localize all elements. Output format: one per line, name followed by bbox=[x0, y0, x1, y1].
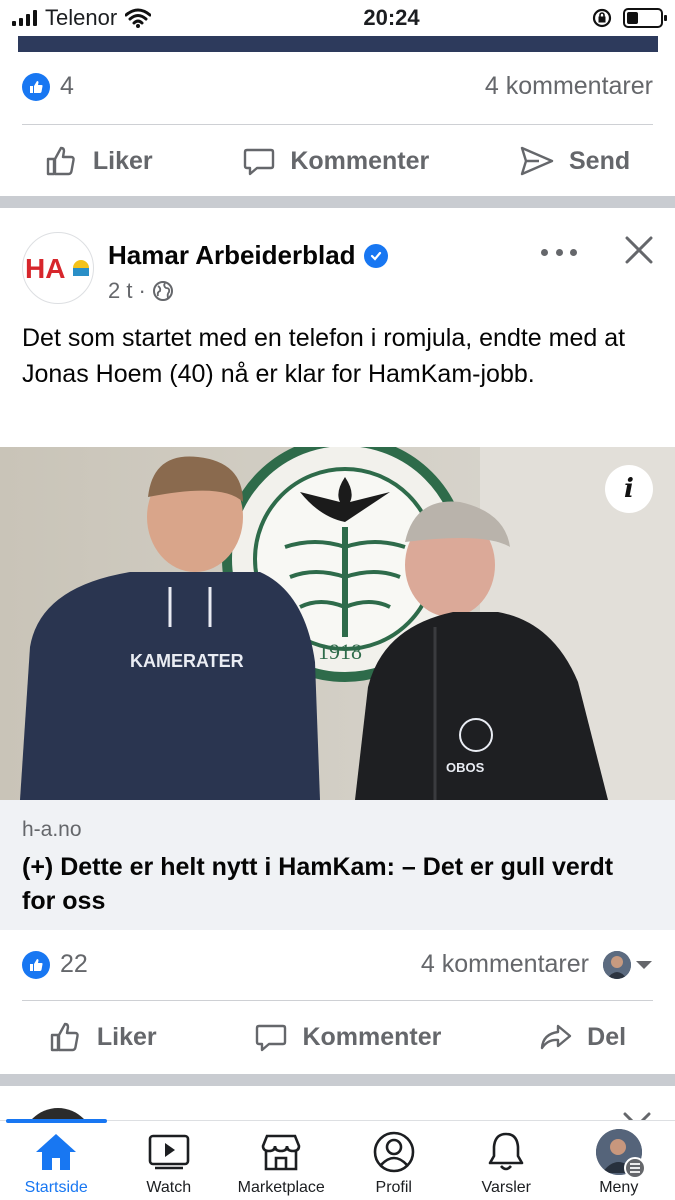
page-name-text: Hamar Arbeiderblad bbox=[108, 240, 356, 270]
profile-icon bbox=[371, 1129, 417, 1175]
post-photo: 1918 KAMERATER OBOS bbox=[0, 447, 675, 800]
previous-like-button[interactable]: Liker bbox=[45, 144, 153, 178]
post-meta: 2 t · bbox=[108, 278, 174, 304]
nav-label: Startside bbox=[24, 1179, 88, 1196]
signal-icon bbox=[12, 10, 37, 26]
post-actions: Liker Kommenter Del bbox=[0, 1002, 675, 1072]
svg-text:OBOS: OBOS bbox=[446, 760, 485, 775]
previous-post-stats: 4 4 kommentarer bbox=[22, 72, 653, 101]
globe-icon bbox=[152, 281, 173, 301]
previous-post-image-edge bbox=[18, 36, 658, 52]
share-label: Del bbox=[587, 1022, 627, 1051]
post-comment-count[interactable]: 4 kommentarer bbox=[421, 950, 589, 979]
like-reaction-icon bbox=[22, 950, 50, 979]
nav-varsler[interactable]: Varsler bbox=[450, 1121, 563, 1200]
hamar-arbeiderblad-logo: HA bbox=[25, 253, 89, 283]
link-domain: h-a.no bbox=[22, 818, 82, 841]
comment-label: Kommenter bbox=[290, 146, 430, 175]
nav-marketplace[interactable]: Marketplace bbox=[225, 1121, 338, 1200]
nav-profil[interactable]: Profil bbox=[338, 1121, 451, 1200]
nav-label: Watch bbox=[146, 1179, 192, 1196]
wifi-icon bbox=[125, 8, 152, 28]
like-button[interactable]: Liker bbox=[49, 1020, 157, 1054]
status-left: Telenor bbox=[12, 5, 252, 31]
reactor-avatar bbox=[603, 950, 631, 979]
nav-label: Meny bbox=[599, 1179, 639, 1196]
nav-label: Profil bbox=[375, 1179, 412, 1196]
post-like-number: 22 bbox=[60, 950, 88, 978]
divider bbox=[22, 124, 653, 125]
nav-startside[interactable]: Startside bbox=[0, 1119, 113, 1200]
feed-separator bbox=[0, 196, 675, 208]
carrier-name: Telenor bbox=[45, 5, 118, 30]
chevron-down-icon bbox=[636, 960, 652, 969]
post-text: Det som startet med en telefon i romjula… bbox=[22, 324, 626, 388]
marketplace-icon bbox=[258, 1129, 304, 1175]
like-label: Liker bbox=[96, 1022, 157, 1051]
info-button[interactable]: i bbox=[605, 465, 653, 513]
divider bbox=[22, 1000, 653, 1001]
home-icon bbox=[33, 1129, 79, 1175]
previous-send-button[interactable]: Send bbox=[519, 144, 630, 178]
rotation-lock-icon bbox=[592, 8, 612, 28]
hoodie-text: KAMERATER bbox=[130, 651, 244, 671]
comment-icon bbox=[244, 148, 275, 176]
status-bar: Telenor 20:24 bbox=[0, 0, 675, 36]
clock: 20:24 bbox=[363, 5, 420, 30]
link-preview[interactable]: h-a.no (+) Dette er helt nytt i HamKam: … bbox=[0, 800, 675, 930]
thumbs-up-icon bbox=[50, 1022, 79, 1052]
previous-like-number: 4 bbox=[60, 72, 74, 100]
link-title: (+) Dette er helt nytt i HamKam: – Det e… bbox=[22, 853, 614, 915]
send-icon bbox=[520, 146, 554, 176]
comment-button[interactable]: Kommenter bbox=[254, 1020, 441, 1054]
post-stats: 22 4 kommentarer bbox=[22, 950, 653, 979]
close-icon[interactable] bbox=[623, 234, 655, 266]
svg-text:1918: 1918 bbox=[318, 639, 362, 664]
post-time[interactable]: 2 t bbox=[108, 278, 132, 304]
menu-icon bbox=[623, 1157, 646, 1179]
bell-icon bbox=[483, 1129, 529, 1175]
share-icon bbox=[540, 1024, 572, 1050]
svg-text:HA: HA bbox=[25, 253, 65, 283]
reaction-selector[interactable] bbox=[603, 950, 653, 979]
post-image[interactable]: 1918 KAMERATER OBOS i bbox=[0, 447, 675, 800]
meta-separator: · bbox=[138, 278, 146, 303]
nav-watch[interactable]: Watch bbox=[113, 1121, 226, 1200]
like-reaction-icon bbox=[22, 72, 50, 101]
previous-comment-button[interactable]: Kommenter bbox=[242, 144, 429, 178]
battery-icon bbox=[623, 8, 667, 28]
nav-label: Marketplace bbox=[237, 1179, 325, 1196]
like-label: Liker bbox=[92, 146, 153, 175]
bottom-nav: Startside Watch Marketplace Profil Varsl… bbox=[0, 1119, 675, 1200]
share-button[interactable]: Del bbox=[539, 1020, 626, 1054]
page-avatar[interactable]: HA bbox=[22, 232, 94, 304]
comment-icon bbox=[256, 1024, 287, 1052]
verified-icon bbox=[363, 243, 388, 268]
comment-label: Kommenter bbox=[302, 1022, 442, 1051]
post-header: HA Hamar Arbeiderblad 2 t · bbox=[22, 232, 655, 306]
battery-level bbox=[627, 12, 638, 24]
previous-post-actions: Liker Kommenter Send bbox=[0, 126, 675, 196]
nav-meny[interactable]: Meny bbox=[563, 1121, 675, 1200]
more-options-button[interactable] bbox=[541, 242, 577, 262]
previous-like-count[interactable]: 4 bbox=[22, 72, 74, 101]
post-like-count[interactable]: 22 bbox=[22, 950, 88, 979]
feed-separator bbox=[0, 1074, 675, 1086]
page-name[interactable]: Hamar Arbeiderblad bbox=[108, 240, 388, 271]
previous-comment-count[interactable]: 4 kommentarer bbox=[485, 72, 653, 101]
thumbs-up-icon bbox=[46, 146, 75, 176]
menu-avatar bbox=[595, 1129, 646, 1179]
post-comment-area: 4 kommentarer bbox=[421, 950, 653, 979]
status-right bbox=[591, 7, 667, 29]
menu-avatar-icon bbox=[595, 1129, 646, 1179]
send-label: Send bbox=[568, 146, 631, 175]
watch-icon bbox=[146, 1129, 192, 1175]
nav-label: Varsler bbox=[481, 1179, 532, 1196]
